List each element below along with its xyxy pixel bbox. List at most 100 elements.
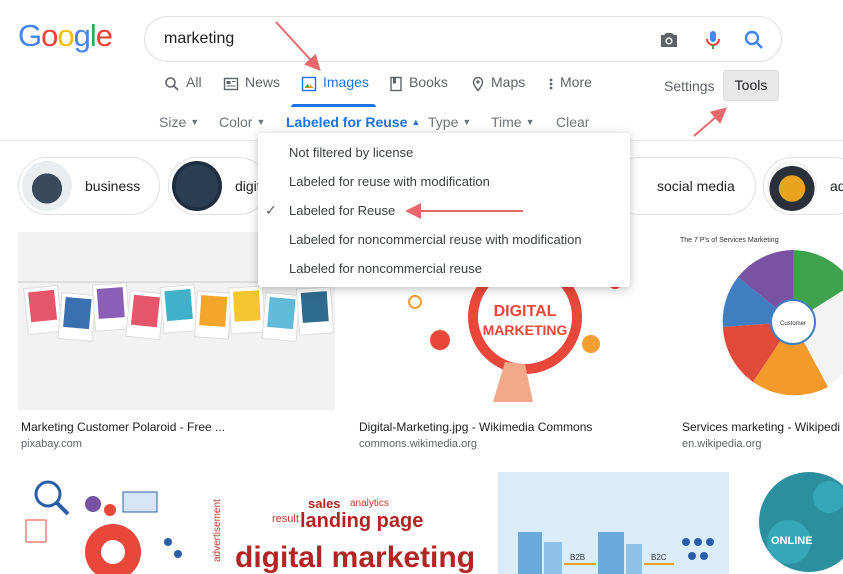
result-title[interactable]: Marketing Customer Polaroid - Free ... <box>21 420 225 434</box>
b2b-b2c-graphic: B2B B2C <box>518 532 714 574</box>
chip-thumbnail <box>767 161 817 211</box>
settings-link[interactable]: Settings <box>664 78 715 94</box>
filter-size[interactable]: Size ▼ <box>159 114 199 130</box>
result-source: en.wikipedia.org <box>682 438 762 450</box>
tab-news[interactable]: News <box>223 74 280 106</box>
map-pin-icon <box>472 76 484 92</box>
caret-down-icon: ▼ <box>256 117 266 127</box>
filter-type[interactable]: Type ▼ <box>428 114 471 130</box>
svg-text:advertisement: advertisement <box>212 499 223 562</box>
word-cloud-graphic: landing page sales analytics result digi… <box>212 496 475 574</box>
caret-down-icon: ▼ <box>525 117 535 127</box>
filter-label: Labeled for Reuse <box>286 114 408 130</box>
logo-letter: o <box>41 18 58 53</box>
dropdown-item-labeled-for-reuse[interactable]: ✓ Labeled for Reuse <box>258 196 630 225</box>
logo-letter: o <box>57 18 74 53</box>
search-icon[interactable] <box>742 28 766 52</box>
tab-more[interactable]: More <box>548 74 592 106</box>
svg-text:B2C: B2C <box>651 553 667 562</box>
tab-label: Maps <box>491 74 526 90</box>
related-chip-digital[interactable]: digit <box>168 157 268 215</box>
svg-text:result: result <box>272 513 299 525</box>
tab-label: All <box>186 74 202 90</box>
result-image-marketing-icons[interactable] <box>18 472 191 574</box>
filter-label: Size <box>159 114 187 130</box>
result-image-b2b-b2c[interactable]: B2B B2C <box>498 472 729 574</box>
tab-label: More <box>560 74 592 90</box>
dropdown-item-not-filtered[interactable]: Not filtered by license <box>258 138 630 167</box>
dropdown-item-noncommercial-reuse[interactable]: Labeled for noncommercial reuse <box>258 254 630 283</box>
result-source: commons.wikimedia.org <box>359 438 477 450</box>
result-image-online-tree[interactable]: ONLINE <box>749 472 843 574</box>
dropdown-item-label: Labeled for reuse with modification <box>289 174 490 189</box>
svg-text:DIGITAL: DIGITAL <box>494 303 557 320</box>
image-caption: ONLINE <box>771 535 813 547</box>
svg-text:landing page: landing page <box>300 510 423 532</box>
svg-text:B2B: B2B <box>570 553 585 562</box>
chip-label: business <box>85 178 141 194</box>
chip-label: digit <box>235 178 261 194</box>
seven-ps-wheel-graphic: The 7 P's of Services Marketing Customer <box>680 237 843 396</box>
search-icon <box>165 77 179 91</box>
tab-maps[interactable]: Maps <box>471 74 525 106</box>
dropdown-item-label: Not filtered by license <box>289 145 414 160</box>
tab-label: News <box>245 74 281 90</box>
result-image-digital-marketing-wordcloud[interactable]: landing page sales analytics result digi… <box>210 472 478 574</box>
related-chip-business[interactable]: business <box>18 157 160 215</box>
news-icon <box>223 77 239 91</box>
tab-label: Books <box>409 74 448 90</box>
svg-text:analytics: analytics <box>350 498 389 509</box>
dropdown-item-label: Labeled for noncommercial reuse <box>289 261 482 276</box>
logo-letter: G <box>18 18 42 53</box>
result-image-services-marketing[interactable]: The 7 P's of Services Marketing Customer <box>678 232 843 410</box>
active-tab-indicator <box>291 104 376 107</box>
filter-color[interactable]: Color ▼ <box>219 114 265 130</box>
related-chip-ad[interactable]: ad <box>763 157 843 215</box>
tab-label: Images <box>323 74 369 90</box>
dropdown-item-reuse-with-modification[interactable]: Labeled for reuse with modification <box>258 167 630 196</box>
marketing-icons-graphic <box>25 480 182 574</box>
chip-label: social media <box>657 178 735 194</box>
image-icon <box>301 76 317 92</box>
tab-all[interactable]: All <box>164 74 202 106</box>
camera-icon[interactable] <box>657 28 681 52</box>
svg-text:sales: sales <box>308 496 341 511</box>
checkmark-icon: ✓ <box>265 202 277 218</box>
filter-time[interactable]: Time ▼ <box>491 114 535 130</box>
dropdown-item-label: Labeled for Reuse <box>289 203 396 218</box>
usage-rights-dropdown: Not filtered by license Labeled for reus… <box>258 133 630 287</box>
tab-books[interactable]: Books <box>389 74 448 106</box>
result-title[interactable]: Digital-Marketing.jpg - Wikimedia Common… <box>359 420 592 434</box>
chip-thumbnail <box>172 161 222 211</box>
logo-letter: g <box>73 18 91 53</box>
chip-thumbnail <box>22 161 72 211</box>
caret-down-icon: ▼ <box>190 117 200 127</box>
image-caption: The 7 P's of Services Marketing <box>680 237 779 244</box>
result-source: pixabay.com <box>21 438 82 450</box>
svg-text:MARKETING: MARKETING <box>483 322 568 338</box>
filter-usage-rights[interactable]: Labeled for Reuse ▲ <box>286 114 420 130</box>
dropdown-item-noncommercial-with-modification[interactable]: Labeled for noncommercial reuse with mod… <box>258 225 630 254</box>
filter-clear[interactable]: Clear <box>556 114 589 130</box>
tab-images[interactable]: Images <box>301 74 369 106</box>
svg-text:Customer: Customer <box>780 321 806 327</box>
search-tabs: All News Images Books Maps More <box>0 74 843 104</box>
dropdown-item-label: Labeled for noncommercial reuse with mod… <box>289 232 582 247</box>
tools-button[interactable]: Tools <box>723 70 779 101</box>
chip-label: ad <box>830 178 843 194</box>
microphone-icon[interactable] <box>701 28 725 52</box>
image-caption: digital marketing <box>235 541 475 574</box>
search-box[interactable]: marketing <box>144 16 782 62</box>
search-input[interactable]: marketing <box>164 30 234 48</box>
caret-down-icon: ▼ <box>462 117 472 127</box>
book-icon <box>390 76 402 92</box>
filter-label: Clear <box>556 114 590 130</box>
filter-label: Type <box>428 114 459 130</box>
filter-label: Color <box>219 114 253 130</box>
logo-letter: e <box>95 18 113 53</box>
more-vert-icon <box>549 78 553 90</box>
related-chip-social-media[interactable]: social media <box>610 157 756 215</box>
result-title[interactable]: Services marketing - Wikipedi <box>682 420 840 434</box>
google-logo[interactable]: Google <box>18 18 113 54</box>
filter-label: Time <box>491 114 522 130</box>
